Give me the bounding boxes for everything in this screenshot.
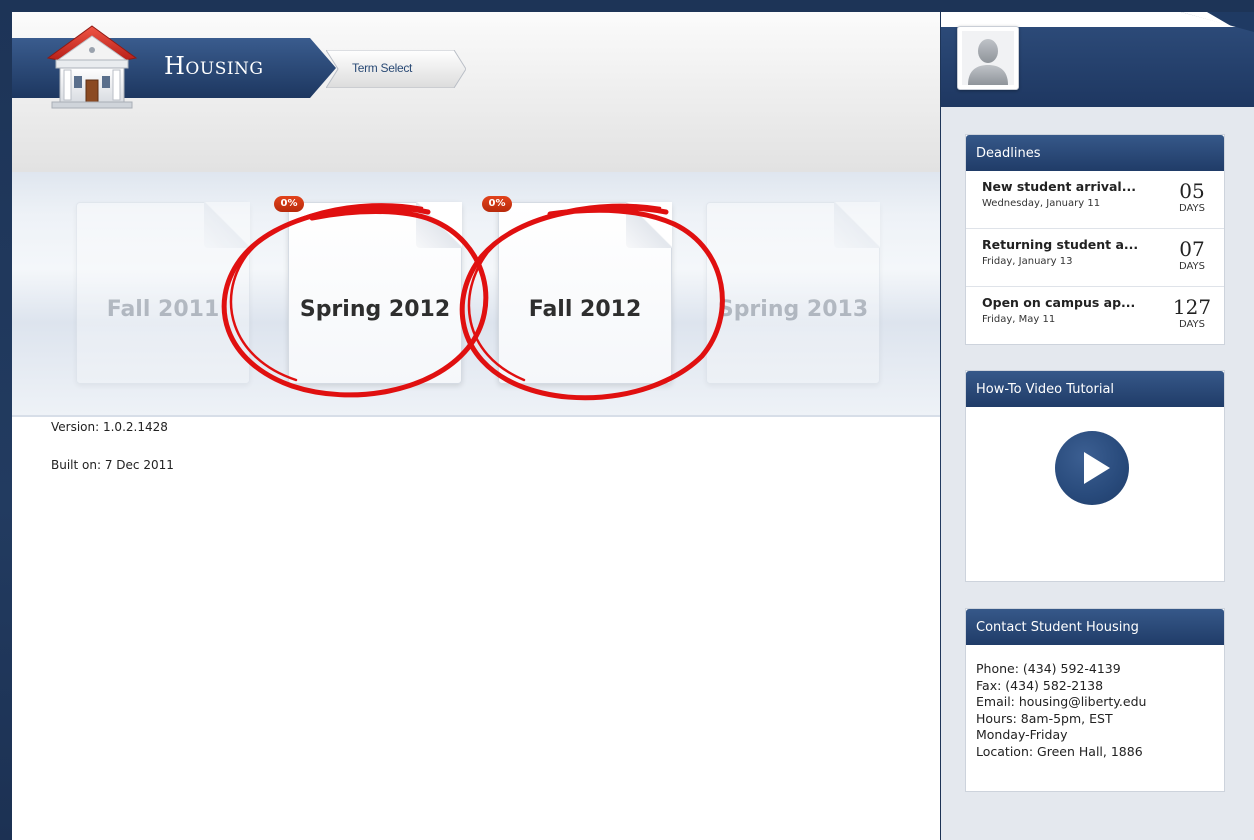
contact-title: Contact Student Housing — [966, 609, 1224, 645]
deadline-days-unit: DAYS — [1178, 319, 1206, 330]
term-label: Spring 2013 — [717, 297, 869, 322]
contact-email[interactable]: Email: housing@liberty.edu — [976, 694, 1224, 711]
term-card-fall-2012[interactable]: Fall 2012 — [498, 202, 672, 384]
contact-details: Phone: (434) 592-4139 Fax: (434) 582-213… — [966, 645, 1224, 760]
version-text: Version: 1.0.2.1428 — [51, 420, 168, 434]
built-on-text: Built on: 7 Dec 2011 — [51, 458, 174, 472]
deadline-item[interactable]: New student arrival... Wednesday, Januar… — [966, 171, 1224, 229]
video-tutorial-widget: How-To Video Tutorial — [965, 370, 1225, 582]
deadline-date: Friday, May 11 — [982, 314, 1056, 325]
progress-badge: 0% — [274, 196, 304, 212]
avatar[interactable] — [957, 26, 1019, 90]
breadcrumb-term-label: Term Select — [352, 61, 413, 75]
deadline-title: Returning student a... — [982, 237, 1139, 252]
deadlines-widget: Deadlines New student arrival... Wednesd… — [965, 134, 1225, 345]
deadline-days-count: 127 — [1172, 295, 1212, 319]
deadline-date: Wednesday, January 11 — [982, 198, 1101, 209]
page-curl-icon — [1181, 12, 1254, 32]
term-carousel: Fall 2011 Spring 2012 Fall 2012 Spring 2… — [12, 172, 940, 417]
term-label: Spring 2012 — [299, 297, 451, 322]
house-building-icon — [46, 25, 138, 109]
deadline-days-count: 07 — [1179, 237, 1205, 261]
deadline-item[interactable]: Open on campus ap... Friday, May 11 127 … — [966, 287, 1224, 344]
deadline-days-unit: DAYS — [1178, 261, 1206, 272]
deadline-title: New student arrival... — [982, 179, 1136, 194]
contact-location: Location: Green Hall, 1886 — [976, 743, 1143, 759]
deadlines-title: Deadlines — [966, 135, 1224, 171]
term-card-fall-2011[interactable]: Fall 2011 — [76, 202, 250, 384]
play-video-button[interactable] — [1055, 431, 1129, 505]
main-panel: Housing Term Select Fall 2011 Spring 201… — [12, 12, 940, 840]
play-icon — [1084, 452, 1110, 484]
deadline-title: Open on campus ap... — [982, 295, 1136, 310]
deadline-days-count: 05 — [1179, 179, 1205, 203]
deadline-date: Friday, January 13 — [982, 256, 1073, 267]
deadline-days-unit: DAYS — [1178, 203, 1206, 214]
header: Housing Term Select — [12, 12, 940, 173]
contact-phone: Phone: (434) 592-4139 — [976, 661, 1121, 676]
progress-badge: 0% — [482, 196, 512, 212]
sidebar: Deadlines New student arrival... Wednesd… — [941, 12, 1254, 840]
video-tutorial-title: How-To Video Tutorial — [966, 371, 1224, 407]
contact-fax: Fax: (434) 582-2138 — [976, 677, 1104, 693]
user-silhouette-icon — [962, 31, 1014, 85]
term-card-spring-2013[interactable]: Spring 2013 — [706, 202, 880, 384]
term-label: Fall 2011 — [106, 297, 220, 322]
contact-days: Monday-Friday — [976, 727, 1068, 742]
contact-hours: Hours: 8am-5pm, EST — [976, 710, 1113, 726]
deadline-item[interactable]: Returning student a... Friday, January 1… — [966, 229, 1224, 287]
breadcrumb-term-select[interactable]: Term Select — [326, 50, 466, 88]
breadcrumb-housing-label: Housing — [164, 52, 264, 80]
term-card-spring-2012[interactable]: Spring 2012 — [288, 202, 462, 384]
term-label: Fall 2012 — [528, 297, 642, 322]
contact-widget: Contact Student Housing Phone: (434) 592… — [965, 608, 1225, 792]
